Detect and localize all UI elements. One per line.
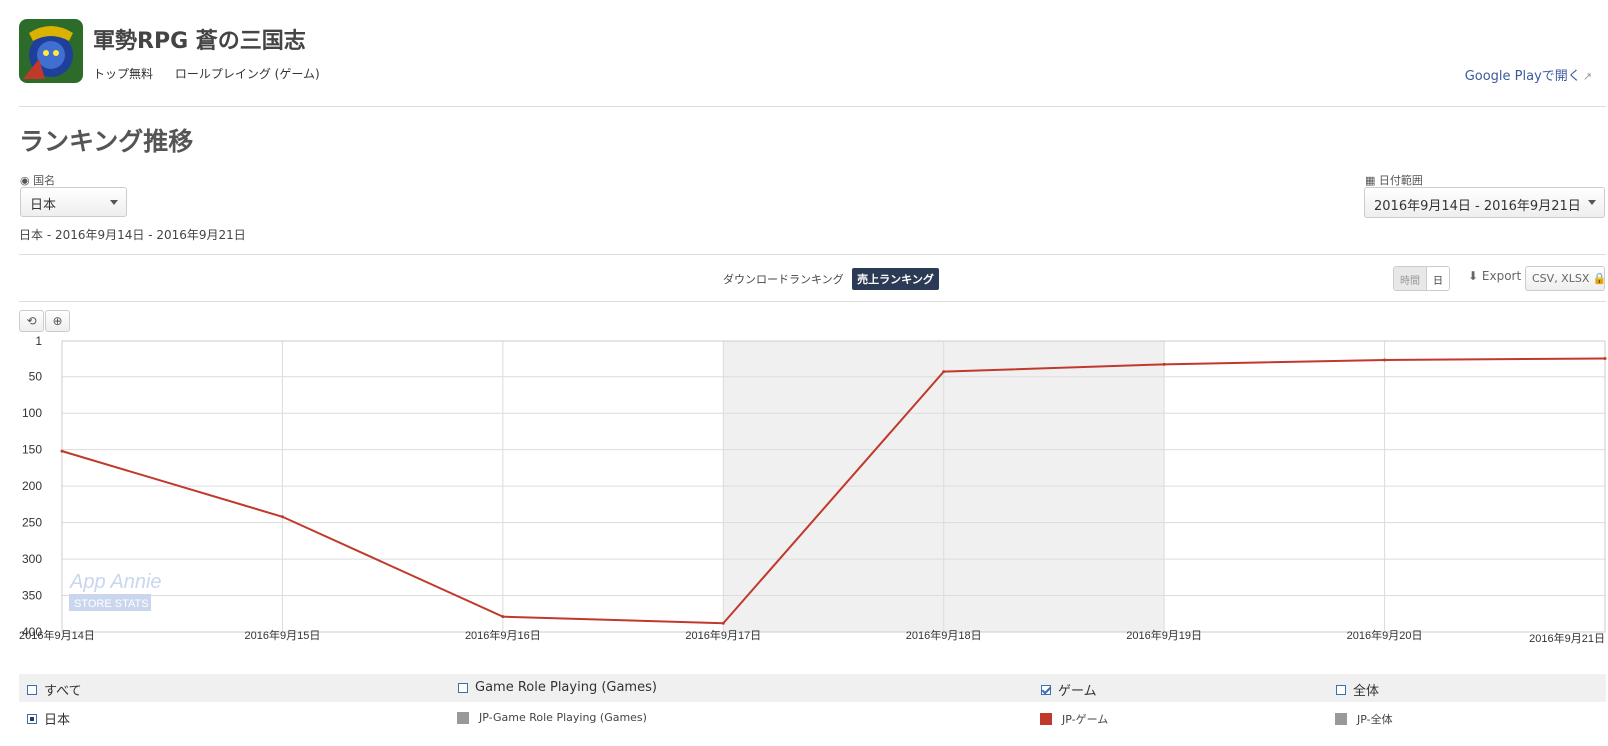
checkbox-checked-icon (1041, 684, 1051, 695)
date-range-value: 2016年9月14日 - 2016年9月21日 (1374, 199, 1581, 214)
granularity-hour[interactable]: 時間 (1394, 267, 1426, 290)
radio-checked-icon (27, 713, 37, 724)
x-tick-label: 2016年9月19日 (1126, 628, 1202, 642)
legend-filter-game[interactable]: ゲーム (1041, 680, 1097, 699)
reset-zoom-button[interactable]: ⟲ (19, 310, 44, 332)
google-play-link-label: Google Playで開く (1464, 69, 1581, 84)
lock-icon: 🔒 (1592, 272, 1607, 285)
app-meta: トップ無料 ロールプレイング (ゲーム) (93, 65, 338, 82)
legend-swatch (457, 711, 469, 724)
tab-download-ranking[interactable]: ダウンロードランキング (718, 268, 849, 290)
legend-series-jp-overall[interactable]: JP-全体 (1335, 711, 1393, 727)
series-point (280, 515, 284, 519)
legend-swatch (1335, 713, 1347, 725)
x-tick-label: 2016年9月18日 (906, 628, 982, 642)
y-tick-label: 150 (22, 443, 42, 457)
external-link-icon: ↗ (1582, 70, 1592, 83)
ranking-chart[interactable]: App Annie STORE STATS 150100150200250300… (0, 335, 1608, 668)
app-header: 軍勢RPG 蒼の三国志 トップ無料 ロールプレイング (ゲーム) Google … (19, 19, 1608, 89)
zoom-icon: ⊕ (52, 314, 63, 328)
divider (19, 301, 1606, 302)
app-icon[interactable] (19, 19, 83, 83)
ranking-type-toggle: ダウンロードランキング 売上ランキング (718, 268, 939, 290)
country-select-value: 日本 (30, 198, 57, 213)
x-tick-label: 2016年9月20日 (1347, 628, 1423, 642)
date-range-label: ▦ 日付範囲 (1365, 174, 1423, 187)
checkbox-icon (458, 682, 468, 693)
series-point (942, 370, 946, 374)
series-point (60, 449, 64, 453)
chevron-down-icon (110, 200, 118, 205)
watermark-caption: STORE STATS (74, 598, 149, 610)
country-label: ◉ 国名 (20, 174, 56, 187)
google-play-link[interactable]: Google Playで開く ↗ (1465, 65, 1592, 84)
date-range-select[interactable]: 2016年9月14日 - 2016年9月21日 (1364, 187, 1605, 218)
tab-revenue-ranking[interactable]: 売上ランキング (852, 268, 939, 290)
series-point (501, 615, 505, 619)
x-tick-label: 2016年9月17日 (685, 628, 761, 642)
y-tick-label: 50 (29, 370, 43, 384)
app-category-rank[interactable]: トップ無料 (93, 67, 153, 81)
y-tick-label: 300 (22, 552, 42, 566)
export-format-button[interactable]: CSV, XLSX 🔒 (1525, 266, 1607, 291)
section-title: ランキング推移 (19, 127, 194, 156)
chevron-down-icon (1588, 200, 1596, 205)
legend-swatch (1040, 713, 1052, 725)
y-tick-label: 250 (22, 516, 42, 530)
undo-icon: ⟲ (26, 314, 37, 328)
country-select[interactable]: 日本 (20, 187, 127, 217)
series-point (721, 621, 725, 625)
x-tick-label: 2016年9月21日 (1529, 631, 1605, 645)
legend-filter-overall[interactable]: 全体 (1336, 680, 1379, 699)
y-tick-label: 200 (22, 479, 42, 493)
legend-country-japan[interactable]: 日本 (27, 709, 70, 728)
legend-series-jp-role-playing[interactable]: JP-Game Role Playing (Games) (457, 711, 647, 724)
checkbox-icon (27, 684, 37, 695)
series-point (1383, 358, 1387, 362)
y-tick-label: 1 (35, 335, 42, 348)
series-point (1162, 362, 1166, 366)
granularity-toggle: 時間 日 (1393, 266, 1450, 291)
export-label: ⬇ Export (1468, 269, 1522, 283)
calendar-icon: ▦ (1365, 174, 1376, 187)
filter-summary: 日本 - 2016年9月14日 - 2016年9月21日 (19, 228, 246, 242)
legend-series-jp-game[interactable]: JP-ゲーム (1040, 711, 1108, 727)
zoom-button[interactable]: ⊕ (45, 310, 70, 332)
divider (19, 106, 1606, 107)
series-point (1603, 357, 1607, 361)
x-tick-label: 2016年9月16日 (465, 628, 541, 642)
legend-filter-role-playing[interactable]: Game Role Playing (Games) (458, 680, 657, 695)
watermark-logo: App Annie (69, 571, 162, 593)
y-tick-label: 100 (22, 406, 42, 420)
app-title: 軍勢RPG 蒼の三国志 (93, 29, 306, 54)
app-annie-watermark: App Annie STORE STATS (69, 571, 162, 611)
app-category[interactable]: ロールプレイング (ゲーム) (175, 67, 320, 81)
download-icon: ⬇ (1468, 269, 1479, 283)
y-tick-label: 350 (22, 589, 42, 603)
granularity-day[interactable]: 日 (1426, 267, 1449, 290)
divider (19, 254, 1606, 255)
legend-filter-all[interactable]: すべて (27, 680, 82, 699)
checkbox-icon (1336, 684, 1346, 695)
x-tick-label: 2016年9月15日 (245, 628, 321, 642)
globe-icon: ◉ (20, 174, 30, 187)
x-tick-label: 2016年9月14日 (19, 628, 95, 642)
